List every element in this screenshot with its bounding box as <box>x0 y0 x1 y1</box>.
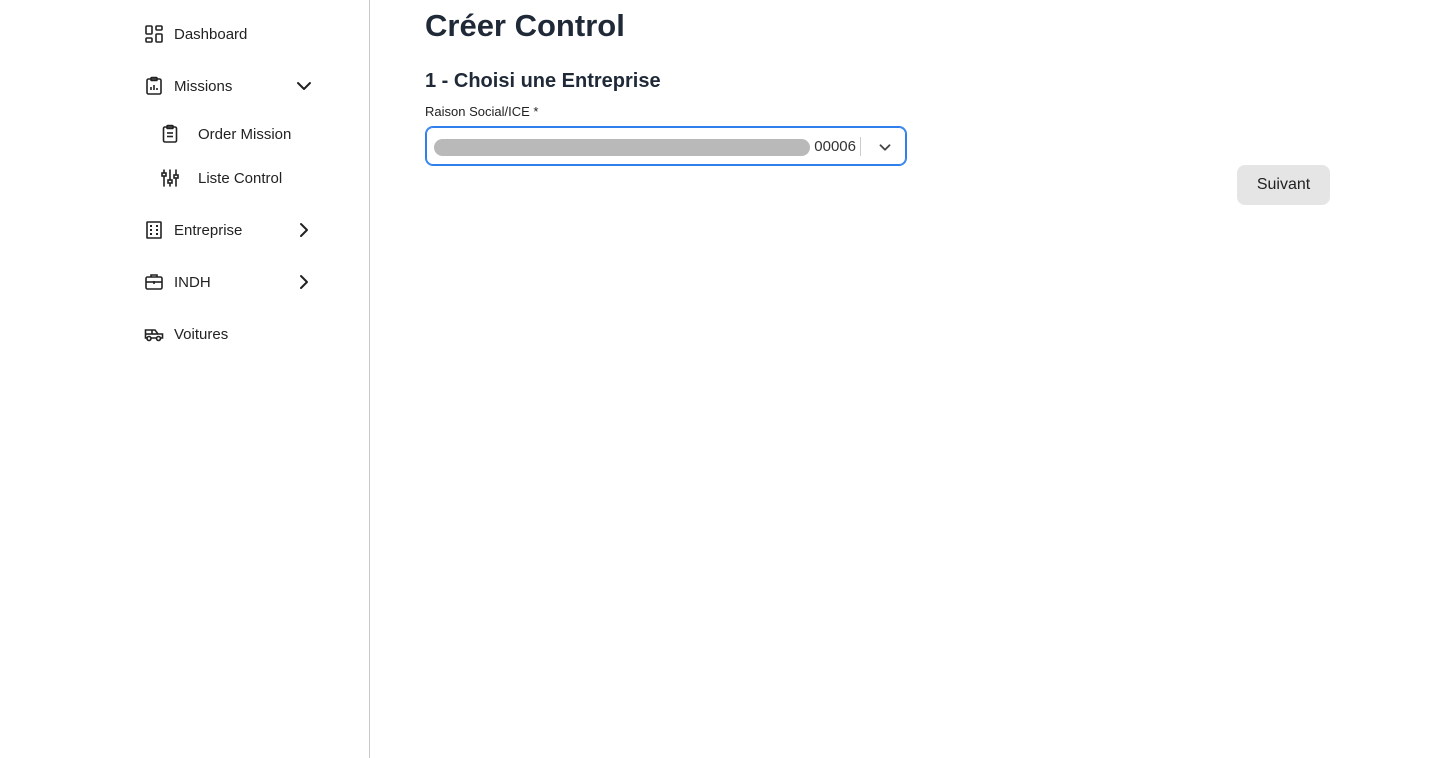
next-button[interactable]: Suivant <box>1237 165 1330 205</box>
clipboard-icon <box>160 124 180 144</box>
step-title: 1 - Choisi une Entreprise <box>425 70 661 92</box>
sidebar-item-label: INDH <box>174 273 211 291</box>
raison-social-label: Raison Social/ICE * <box>425 104 539 119</box>
car-icon <box>144 324 164 344</box>
select-divider <box>860 137 861 156</box>
sidebar-item-indh[interactable]: INDH <box>144 269 211 295</box>
entreprise-select[interactable]: 00006 <box>425 126 907 166</box>
redacted-value <box>434 139 810 156</box>
sliders-icon <box>160 168 180 188</box>
sidebar-item-label: Order Mission <box>198 125 292 143</box>
sidebar-item-label: Missions <box>174 77 233 95</box>
select-value: 00006 <box>814 137 856 155</box>
sidebar-item-order-mission[interactable]: Order Mission <box>160 121 291 147</box>
chevron-down-icon[interactable] <box>874 136 896 158</box>
sidebar-item-entreprise[interactable]: Entreprise <box>144 217 242 243</box>
dashboard-icon <box>144 24 164 44</box>
chevron-right-icon[interactable] <box>294 272 314 292</box>
chevron-right-icon[interactable] <box>294 220 314 240</box>
briefcase-icon <box>144 272 164 292</box>
main-content: Créer Control 1 - Choisi une Entreprise … <box>371 0 1453 758</box>
sidebar-item-label: Dashboard <box>174 25 248 43</box>
building-icon <box>144 220 164 240</box>
select-value-area[interactable]: 00006 <box>434 127 856 165</box>
sidebar-item-label: Entreprise <box>174 221 243 239</box>
page-title: Créer Control <box>425 8 625 43</box>
sidebar-item-voitures[interactable]: Voitures <box>144 321 228 347</box>
sidebar-item-liste-control[interactable]: Liste Control <box>160 165 282 191</box>
chevron-down-icon[interactable] <box>294 76 314 96</box>
sidebar-item-dashboard[interactable]: Dashboard <box>144 21 247 47</box>
sidebar-item-label: Voitures <box>174 325 229 343</box>
sidebar-item-label: Liste Control <box>198 169 283 187</box>
sidebar: Dashboard Missions Order Mission Liste C… <box>0 0 370 758</box>
clipboard-list-icon <box>144 76 164 96</box>
sidebar-item-missions[interactable]: Missions <box>144 73 232 99</box>
